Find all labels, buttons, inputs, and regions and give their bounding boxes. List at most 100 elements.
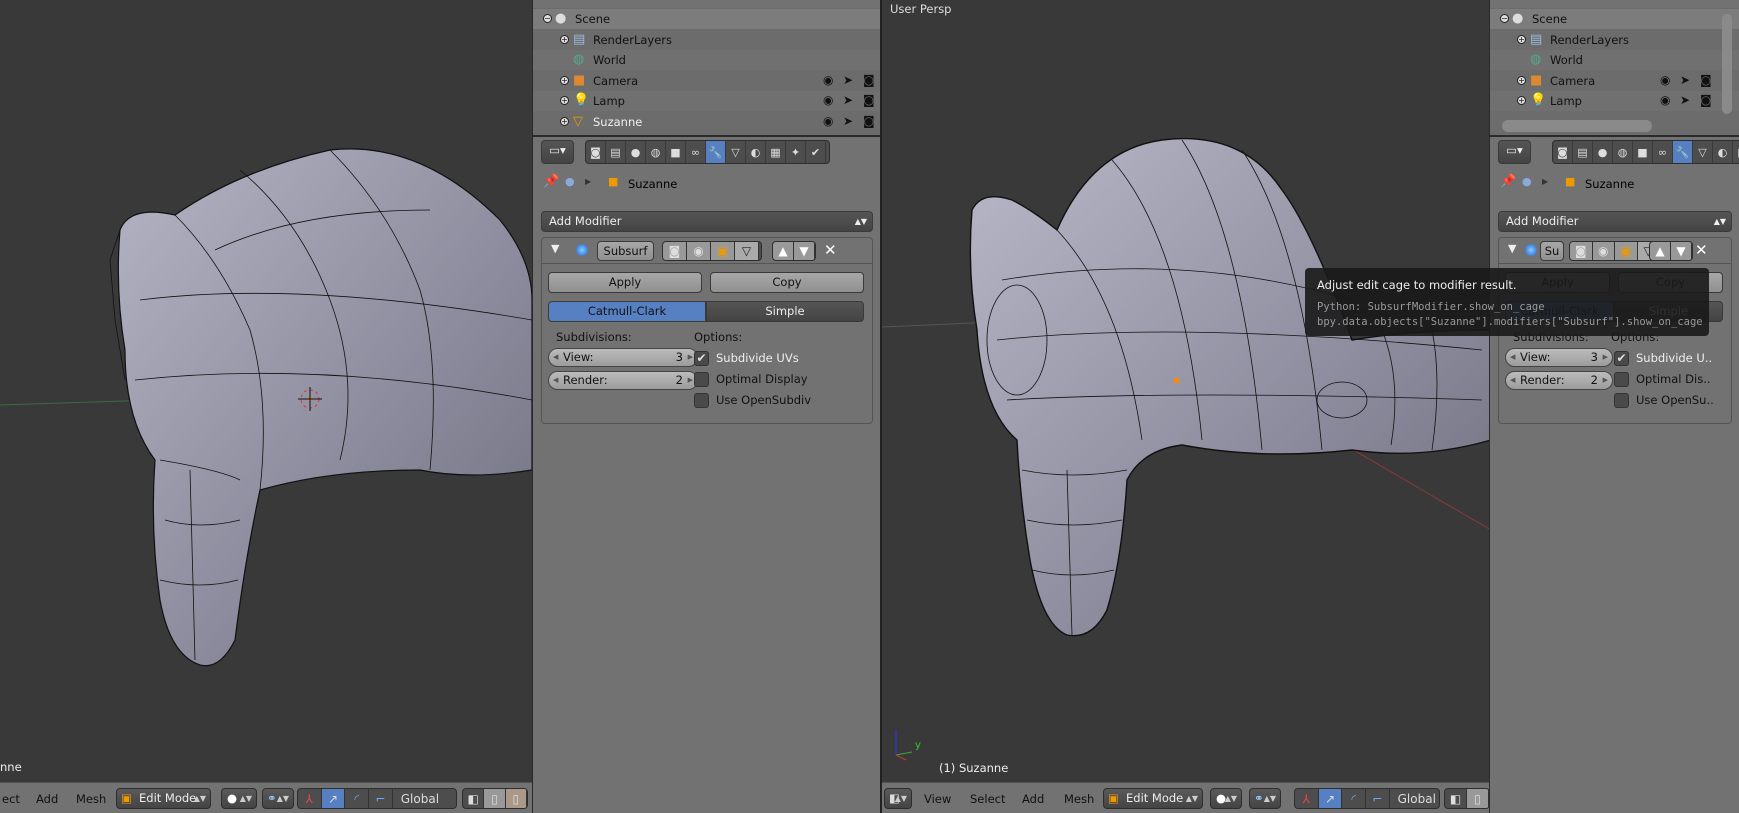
layer-icon[interactable]: ◧ [1445,789,1467,808]
expand-icon[interactable]: + [1517,75,1526,85]
add-modifier-dropdown[interactable]: Add Modifier ▲▼ [541,211,873,232]
expand-icon[interactable]: + [560,116,569,126]
increment-icon[interactable]: ▶ [688,349,693,366]
translate-manipulator-icon[interactable]: ↗ [321,789,346,808]
menu-mesh[interactable]: Mesh [76,792,106,806]
render-toggle-icon[interactable]: ◙ [663,242,687,260]
layer-icon[interactable]: ◧ [463,789,485,808]
outliner-item-world[interactable]: ◍ World [533,50,880,70]
render-toggle-icon[interactable]: ◙ [863,93,875,107]
collapse-triangle-icon[interactable]: ▼ [1508,242,1516,255]
outliner-item-scene[interactable]: − ● Scene [1490,9,1739,29]
tab-particles-icon[interactable]: ✦ [786,141,806,163]
apply-button[interactable]: Apply [548,272,702,293]
tab-object-icon[interactable]: ■ [666,141,686,163]
rotate-manipulator-icon[interactable]: ◜ [1342,789,1366,808]
tab-scene-icon[interactable]: ● [626,141,646,163]
tab-render-icon[interactable]: ◙ [586,141,606,163]
left-3d-viewport[interactable]: nne ect Add Mesh ▣ Edit Mode ▲▼ ● ▲▼ ⚭ ▲▼ ⅄ ↗… [0,0,532,813]
copy-button[interactable]: Copy [710,272,864,293]
outliner-horizontal-scrollbar[interactable] [1502,120,1652,132]
simple-option[interactable]: Simple [706,301,864,322]
outliner-item-camera[interactable]: + ■ Camera ◉ ➤ ◙ [1490,71,1739,91]
decrement-icon[interactable]: ◀ [1510,372,1515,389]
editor-type-dropdown[interactable]: ▭▾ [541,140,574,164]
rotate-manipulator-icon[interactable]: ◜ [345,789,370,808]
outliner-item-suzanne[interactable]: + ▽ Suzanne ◉ ➤ ◙ [533,112,880,132]
tab-scene-icon[interactable]: ● [1593,141,1613,163]
move-down-icon[interactable]: ▼ [794,242,815,260]
render-levels-field[interactable]: ◀ Render: 2 ▶ [1505,371,1613,390]
pin-icon[interactable]: 📌 [1500,174,1516,189]
cursor-toggle-icon[interactable]: ➤ [1680,73,1690,87]
editmode-toggle-icon[interactable]: ▣ [1615,242,1638,260]
checkbox-1[interactable] [1614,372,1629,387]
collapse-icon[interactable]: − [543,14,552,23]
tab-material-icon[interactable]: ◐ [1713,141,1733,163]
remove-modifier-icon[interactable]: ✕ [1695,241,1708,259]
menu-select[interactable]: ect [2,792,20,806]
outliner-item-scene[interactable]: − ● Scene [533,9,880,29]
outliner-item-camera[interactable]: + ■ Camera ◉ ➤ ◙ [533,71,880,91]
expand-icon[interactable]: + [1517,34,1526,44]
translate-manipulator-icon[interactable]: ↗ [1318,789,1343,808]
layer-icon[interactable]: ▯ [484,789,506,808]
eye-toggle-icon[interactable]: ◉ [823,73,833,87]
right-3d-viewport[interactable]: User Persp y (1) Suzanne ◧ ▲▼ View Select… [880,0,1489,813]
tab-data-icon[interactable]: ▽ [1693,141,1713,163]
manipulator-toggle-icon[interactable]: ⅄ [298,789,322,808]
expand-icon[interactable]: + [560,75,569,85]
tab-render-icon[interactable]: ◙ [1553,141,1573,163]
catmull-clark-option[interactable]: Catmull-Clark [548,301,706,322]
pivot-point-dropdown[interactable]: ⚭ ▲▼ [262,788,294,809]
cursor-toggle-icon[interactable]: ➤ [843,93,853,107]
outliner-item-renderlayers[interactable]: + ▤ RenderLayers [533,30,880,50]
add-modifier-dropdown[interactable]: Add Modifier ▲▼ [1498,211,1732,232]
tab-constraints-icon[interactable]: ∞ [686,141,706,163]
tab-texture-icon[interactable]: ▦ [1733,141,1739,163]
modifier-name-field[interactable]: Su [1540,241,1564,261]
outliner-item-world[interactable]: ◍ World [1490,50,1739,70]
tab-render-layers-icon[interactable]: ▤ [1573,141,1593,163]
orientation-dropdown[interactable]: Global [393,789,456,808]
render-levels-field[interactable]: ◀ Render: 2 ▶ [548,371,698,390]
view-levels-field[interactable]: ◀ View: 3 ▶ [548,348,698,367]
tab-world-icon[interactable]: ◍ [1613,141,1633,163]
tab-modifiers-icon[interactable]: 🔧 [706,141,726,163]
editor-type-dropdown[interactable]: ▭▾ [1498,140,1531,164]
pin-icon[interactable]: 📌 [543,174,559,189]
decrement-icon[interactable]: ◀ [1510,349,1515,366]
checkbox-0[interactable]: ✔ [694,351,709,366]
eye-toggle-icon[interactable]: ◉ [1660,93,1670,107]
mode-dropdown[interactable]: ▣ Edit Mode ▲▼ [116,788,211,809]
viewport-shading-dropdown[interactable]: ● ▲▼ [1210,788,1242,809]
pivot-point-dropdown[interactable]: ⚭ ▲▼ [1249,788,1281,809]
scale-manipulator-icon[interactable]: ⌐ [369,789,393,808]
render-toggle-icon[interactable]: ◙ [1570,242,1593,260]
expand-icon[interactable]: + [560,34,569,44]
viewport-toggle-icon[interactable]: ◉ [1592,242,1615,260]
tab-modifiers-icon[interactable]: 🔧 [1673,141,1693,163]
menu-mesh[interactable]: Mesh [1064,792,1094,806]
menu-select[interactable]: Select [970,792,1005,806]
viewport-toggle-icon[interactable]: ◉ [687,242,711,260]
tab-object-icon[interactable]: ■ [1633,141,1653,163]
decrement-icon[interactable]: ◀ [553,372,558,389]
tab-material-icon[interactable]: ◐ [746,141,766,163]
checkbox-2[interactable] [1614,393,1629,408]
render-toggle-icon[interactable]: ◙ [863,114,875,128]
scale-manipulator-icon[interactable]: ⌐ [1366,789,1390,808]
eye-toggle-icon[interactable]: ◉ [823,114,833,128]
editmode-toggle-icon[interactable]: ▣ [711,242,735,260]
tab-constraints-icon[interactable]: ∞ [1653,141,1673,163]
menu-add[interactable]: Add [1022,792,1044,806]
viewport-shading-dropdown[interactable]: ● ▲▼ [221,788,257,809]
layer-icon[interactable]: ▯ [505,789,527,808]
tab-data-icon[interactable]: ▽ [726,141,746,163]
move-down-icon[interactable]: ▼ [1671,242,1692,260]
move-up-icon[interactable]: ▲ [1650,242,1671,260]
tab-world-icon[interactable]: ◍ [646,141,666,163]
expand-icon[interactable]: + [1517,96,1526,105]
checkbox-1[interactable] [694,372,709,387]
editor-type-dropdown[interactable]: ◧ ▲▼ [884,788,912,809]
